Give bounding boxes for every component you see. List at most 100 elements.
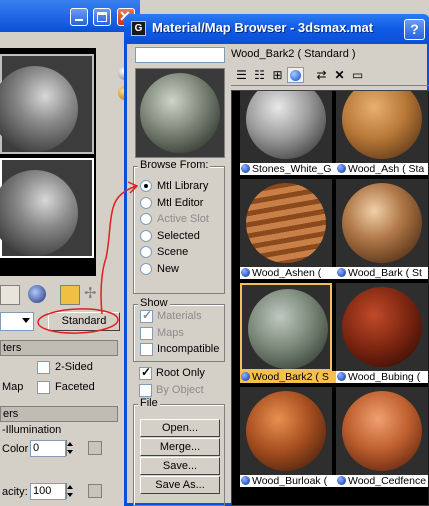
browse-from-label: New: [157, 262, 180, 275]
material-name: Wood_Bark2 ( S: [252, 371, 329, 383]
view-list-icon[interactable]: ☰: [233, 67, 250, 83]
material-thumbnail-grid: Stones_White_G Wood_Ash ( Sta Wood_Ashen (…: [231, 90, 429, 506]
update-scene-materials-icon[interactable]: ⇄: [313, 67, 330, 83]
file-merge-button[interactable]: Merge...: [140, 438, 220, 456]
view-small-icons-icon[interactable]: ⊞: [269, 67, 286, 83]
checkbox[interactable]: [139, 365, 152, 380]
show-label: Maps: [157, 326, 184, 339]
basic-parameters-rollout[interactable]: ers: [0, 406, 118, 422]
current-material-name: Wood_Bark2 ( Standard ): [231, 48, 356, 60]
radio-button[interactable]: [140, 229, 152, 242]
self-illum-spinner[interactable]: [66, 440, 73, 456]
show-map-icon[interactable]: [28, 285, 46, 303]
material-name: Wood_Ashen (: [252, 267, 322, 279]
material-type-icon: [337, 268, 346, 277]
chevron-down-icon: [22, 318, 30, 323]
minimize-icon: [75, 19, 83, 21]
view-list-icons-icon[interactable]: ☷: [251, 67, 268, 83]
material-thumbnail[interactable]: Wood_Ashen (: [240, 179, 336, 279]
material-sphere: [248, 289, 328, 369]
material-thumbnail[interactable]: Wood_Cedfence: [336, 387, 429, 487]
material-thumbnail[interactable]: Wood_Ash ( Sta: [336, 91, 429, 175]
radio-button[interactable]: [140, 196, 152, 209]
file-open-button[interactable]: Open...: [140, 419, 220, 437]
two-sided-checkbox[interactable]: [37, 361, 50, 374]
material-thumbnail[interactable]: Wood_Bubing (: [336, 283, 429, 383]
opacity-spinner[interactable]: [66, 483, 73, 499]
checkbox: [140, 326, 153, 340]
material-type-icon: [241, 372, 250, 381]
file-group: File Open... Merge... Save... Save As...: [133, 397, 225, 506]
material-name-dropdown[interactable]: [0, 312, 34, 331]
radio-button: [140, 213, 152, 225]
app-icon: G: [131, 21, 146, 36]
opacity-map-button[interactable]: [88, 484, 102, 498]
face-map-label: Map: [2, 381, 24, 393]
material-swatch: [240, 91, 332, 163]
file-save-as-button[interactable]: Save As...: [140, 476, 220, 494]
view-label: Root Only: [156, 367, 205, 379]
color-label: Color: [2, 443, 29, 455]
sample-slot-grid: [0, 48, 96, 276]
material-sphere: [246, 91, 326, 159]
browser-titlebar[interactable]: G Material/Map Browser - 3dsmax.mat ?: [124, 14, 429, 44]
get-material-icon[interactable]: [0, 285, 20, 305]
sample-sphere: [0, 66, 78, 152]
material-thumbnail[interactable]: Wood_Bark ( St: [336, 179, 429, 279]
material-label: Wood_Bark ( St: [336, 267, 429, 279]
faceted-label: Faceted: [55, 381, 95, 393]
material-type-button[interactable]: Standard: [48, 312, 120, 331]
material-label: Wood_Ash ( Sta: [336, 163, 429, 175]
two-sided-label: 2-Sided: [55, 361, 93, 373]
self-illum-color-field[interactable]: 0: [30, 440, 66, 457]
material-search-input[interactable]: [135, 47, 225, 63]
view-label: By Object: [156, 383, 204, 396]
material-map-browser-window: G Material/Map Browser - 3dsmax.mat ? Br…: [124, 14, 429, 506]
radio-button[interactable]: [140, 246, 152, 258]
go-to-parent-icon[interactable]: [60, 285, 80, 305]
material-sphere: [342, 183, 422, 263]
show-label: Materials: [157, 310, 202, 322]
material-preview: [135, 68, 225, 158]
go-forward-icon[interactable]: ✢: [84, 285, 104, 305]
sample-slot[interactable]: [0, 54, 94, 154]
material-thumbnail[interactable]: Wood_Bark2 ( S: [240, 283, 336, 383]
material-thumbnail[interactable]: Wood_Burloak (: [240, 387, 336, 487]
material-swatch: [336, 179, 428, 267]
material-swatch: [240, 387, 332, 475]
opacity-field[interactable]: 100: [30, 483, 66, 500]
material-label: Wood_Bark2 ( S: [240, 371, 336, 383]
checkbox: [140, 308, 153, 323]
self-illumination-label: -Illumination: [2, 424, 62, 436]
browse-from-title: Browse From:: [138, 159, 211, 171]
browse-from-group: Browse From: Mtl Library Mtl Editor Active…: [133, 159, 225, 294]
material-thumbnail[interactable]: Stones_White_G: [240, 91, 336, 175]
material-editor-window: ✕ ✢ Standard ters 2-Sided Map Faceted er…: [0, 0, 140, 504]
material-name: Wood_Bubing (: [348, 371, 421, 383]
material-type-icon: [337, 164, 346, 173]
browse-from-label: Selected: [157, 229, 200, 242]
sample-slot[interactable]: [0, 158, 94, 258]
material-name: Wood_Ash ( Sta: [348, 163, 425, 175]
material-name: Stones_White_G: [252, 163, 332, 175]
file-save-button[interactable]: Save...: [140, 457, 220, 475]
material-name: Wood_Burloak (: [252, 475, 328, 487]
checkbox: [139, 383, 152, 397]
maximize-button[interactable]: [93, 8, 111, 26]
shader-basic-rollout[interactable]: ters: [0, 340, 118, 356]
radio-button[interactable]: [140, 262, 152, 275]
view-large-icons-icon[interactable]: [287, 67, 304, 83]
faceted-checkbox[interactable]: [37, 381, 50, 394]
clear-library-icon[interactable]: ▭: [349, 67, 366, 83]
minimize-button[interactable]: [70, 8, 88, 26]
sample-sphere: [0, 170, 78, 256]
material-swatch: [240, 283, 332, 371]
browse-from-label: Scene: [157, 246, 189, 258]
material-label: Wood_Cedfence: [336, 475, 429, 487]
self-illum-map-button[interactable]: [88, 441, 102, 455]
delete-icon[interactable]: ✕: [331, 67, 348, 83]
radio-button[interactable]: [140, 180, 152, 192]
material-swatch: [336, 283, 428, 371]
help-button[interactable]: ?: [404, 19, 425, 40]
material-sphere: [342, 287, 422, 367]
